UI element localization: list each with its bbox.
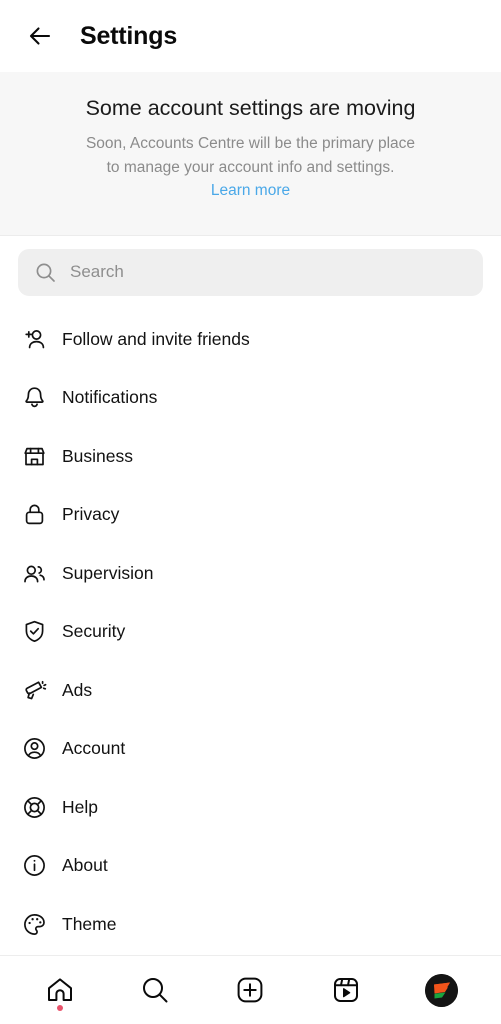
menu-item-label: Notifications [62, 387, 158, 407]
avatar-image [424, 973, 458, 1007]
lifebuoy-icon [20, 793, 48, 821]
menu-item-label: Account [62, 738, 126, 758]
menu-item-label: Business [62, 445, 134, 466]
bell-icon [20, 384, 48, 412]
banner-body-line-2: to manage your account info and settings… [106, 158, 395, 176]
plus-square-icon [238, 977, 263, 1003]
nav-home-button[interactable] [30, 960, 90, 1020]
menu-item-label: Ads [62, 679, 93, 700]
back-button[interactable] [18, 14, 62, 58]
menu-item-ads[interactable]: Ads [0, 661, 501, 720]
menu-item-follow-and-invite-friends[interactable]: Follow and invite friends [0, 310, 501, 369]
menu-item-label: Help [62, 796, 98, 817]
search-section: Search [0, 236, 501, 308]
account-centre-banner: Some account settings are moving Soon, A… [0, 72, 501, 236]
account-circle-icon [20, 735, 48, 763]
nav-create-button[interactable] [220, 960, 280, 1020]
people-icon [20, 559, 48, 587]
palette-icon [20, 910, 48, 938]
menu-item-label: Privacy [62, 504, 120, 524]
settings-screen: Settings Some account settings are movin… [0, 0, 501, 1024]
profile-avatar [424, 973, 458, 1007]
settings-menu-list: Follow and invite friends Notifications [0, 308, 501, 955]
menu-item-security[interactable]: Security [0, 602, 501, 661]
nav-reels-button[interactable] [316, 960, 376, 1020]
menu-item-business[interactable]: Business [0, 427, 501, 486]
menu-item-label: Security [62, 621, 126, 641]
banner-body-line-1: Soon, Accounts Centre will be the primar… [85, 134, 416, 152]
lock-icon [20, 501, 48, 529]
learn-more-link[interactable]: Learn more [211, 182, 290, 200]
search-icon [34, 261, 56, 283]
menu-item-label: About [62, 855, 108, 875]
app-header: Settings [0, 0, 501, 72]
menu-item-supervision[interactable]: Supervision [0, 544, 501, 603]
page-title: Settings [80, 21, 178, 50]
menu-item-label: Theme [62, 913, 117, 934]
menu-item-privacy[interactable]: Privacy [0, 485, 501, 544]
arrow-left-icon [29, 27, 51, 45]
menu-item-label: Follow and invite friends [62, 328, 250, 349]
person-add-icon [20, 325, 48, 353]
search-bar[interactable]: Search [18, 248, 483, 296]
nav-search-button[interactable] [125, 960, 185, 1020]
menu-item-notifications[interactable]: Notifications [0, 368, 501, 427]
search-input[interactable]: Search [70, 262, 124, 282]
home-badge-dot [56, 1005, 63, 1011]
menu-item-theme[interactable]: Theme [0, 895, 501, 954]
store-icon [20, 442, 48, 470]
banner-title: Some account settings are moving [85, 96, 416, 120]
bottom-navigation-bar [0, 955, 501, 1024]
menu-item-help[interactable]: Help [0, 778, 501, 837]
search-icon [143, 978, 168, 1003]
shield-check-icon [20, 618, 48, 646]
megaphone-icon [20, 676, 48, 704]
menu-item-about[interactable]: About [0, 836, 501, 895]
menu-item-label: Supervision [62, 562, 154, 583]
reels-icon [333, 978, 358, 1002]
info-circle-icon [20, 852, 48, 880]
nav-profile-button[interactable] [411, 960, 471, 1020]
home-icon [47, 978, 72, 1001]
menu-item-account[interactable]: Account [0, 719, 501, 778]
